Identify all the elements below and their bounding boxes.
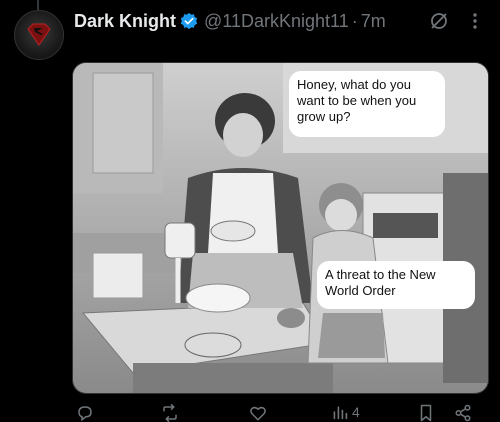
more-icon[interactable] xyxy=(462,8,488,34)
post-actions-bar: 4 xyxy=(72,404,484,422)
user-handle[interactable]: @11DarkKnight11 xyxy=(204,11,349,32)
thread-connector-line xyxy=(37,0,39,10)
share-icon xyxy=(455,404,471,422)
display-name[interactable]: Dark Knight xyxy=(74,11,176,32)
views-icon xyxy=(333,406,348,420)
speech-bubble-question: Honey, what do you want to be when you g… xyxy=(289,71,445,137)
like-button[interactable] xyxy=(248,404,268,422)
views-count: 4 xyxy=(352,404,360,420)
superman-logo-icon xyxy=(27,23,51,46)
repost-icon xyxy=(163,404,177,422)
verified-badge-icon xyxy=(180,12,198,30)
reply-icon xyxy=(78,406,92,422)
like-icon xyxy=(250,406,266,421)
post-time[interactable]: 7m xyxy=(361,11,386,32)
post-header: Dark Knight @11DarkKnight11 · 7m xyxy=(74,8,488,34)
grok-icon[interactable] xyxy=(426,8,452,34)
post-image[interactable]: Honey, what do you want to be when you g… xyxy=(72,62,489,394)
avatar[interactable] xyxy=(14,10,64,60)
bookmark-icon xyxy=(420,404,432,422)
separator-dot: · xyxy=(351,10,358,31)
repost-button[interactable] xyxy=(160,404,180,422)
views-button[interactable]: 4 xyxy=(332,404,360,420)
bookmark-button[interactable] xyxy=(418,404,434,422)
share-button[interactable] xyxy=(454,404,472,422)
reply-button[interactable] xyxy=(76,404,94,422)
speech-bubble-answer: A threat to the New World Order xyxy=(317,261,475,309)
